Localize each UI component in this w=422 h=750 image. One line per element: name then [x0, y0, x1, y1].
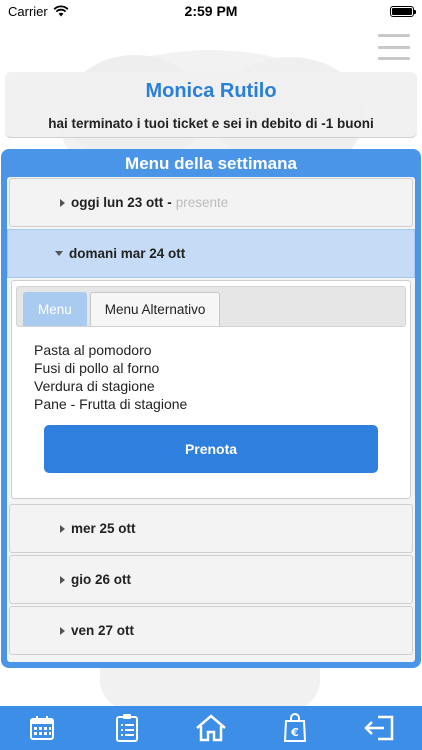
- day-menu-content: Menu Menu Alternativo Pasta al pomodoro …: [11, 280, 411, 499]
- dish-list: Pasta al pomodoro Fusi di pollo al forno…: [34, 341, 406, 413]
- menu-tabs: Menu Menu Alternativo: [16, 286, 406, 327]
- svg-text:€: €: [291, 726, 300, 739]
- hamburger-menu-icon[interactable]: [378, 34, 410, 60]
- logout-icon[interactable]: [360, 708, 400, 748]
- day-row-friday[interactable]: ven 27 ott: [9, 606, 413, 655]
- caret-right-icon: [60, 575, 65, 584]
- weekly-menu-list: oggi lun 23 ott - presente domani mar 24…: [7, 177, 415, 662]
- day-row-today[interactable]: oggi lun 23 ott - presente: [9, 178, 413, 227]
- dish-item: Pasta al pomodoro: [34, 342, 152, 358]
- day-label: gio 26 ott: [71, 572, 131, 587]
- clipboard-icon[interactable]: [107, 708, 147, 748]
- weekly-menu-title: Menu della settimana: [125, 154, 297, 173]
- day-label: domani mar 24 ott: [69, 246, 186, 261]
- weekly-menu-panel: Menu della settimana oggi lun 23 ott - p…: [1, 149, 421, 668]
- battery-icon: [389, 5, 416, 17]
- tab-menu-alternativo[interactable]: Menu Alternativo: [89, 292, 221, 326]
- user-name: Monica Rutilo: [145, 80, 277, 102]
- day-label: mer 25 ott: [71, 521, 136, 536]
- ticket-balance-message: hai terminato i tuoi ticket e sei in deb…: [48, 116, 374, 131]
- dish-item: Verdura di stagione: [34, 378, 155, 394]
- bottom-navigation: €: [0, 706, 422, 750]
- caret-right-icon: [60, 198, 65, 207]
- caret-right-icon: [60, 626, 65, 635]
- day-separator: -: [167, 195, 172, 210]
- user-card: Monica Rutilo hai terminato i tuoi ticke…: [5, 72, 417, 138]
- prenota-button[interactable]: Prenota: [44, 425, 378, 473]
- day-label: ven 27 ott: [71, 623, 135, 638]
- dish-item: Pane - Frutta di stagione: [34, 396, 188, 412]
- status-time: 2:59 PM: [184, 3, 238, 19]
- day-label: oggi lun 23 ott: [71, 195, 164, 210]
- home-icon[interactable]: [191, 708, 231, 748]
- calendar-icon[interactable]: [22, 708, 62, 748]
- caret-down-icon: [55, 251, 63, 256]
- wifi-icon: [53, 5, 69, 17]
- tab-menu[interactable]: Menu: [23, 292, 87, 326]
- attendance-status: presente: [175, 195, 229, 210]
- day-row-wednesday[interactable]: mer 25 ott: [9, 504, 413, 553]
- caret-right-icon: [60, 524, 65, 533]
- carrier-label: Carrier: [8, 3, 48, 19]
- dish-item: Fusi di pollo al forno: [34, 360, 160, 376]
- day-row-thursday[interactable]: gio 26 ott: [9, 555, 413, 604]
- status-bar: Carrier 2:59 PM: [0, 0, 422, 22]
- day-row-tomorrow[interactable]: domani mar 24 ott: [7, 229, 415, 278]
- euro-bag-icon[interactable]: €: [275, 708, 315, 748]
